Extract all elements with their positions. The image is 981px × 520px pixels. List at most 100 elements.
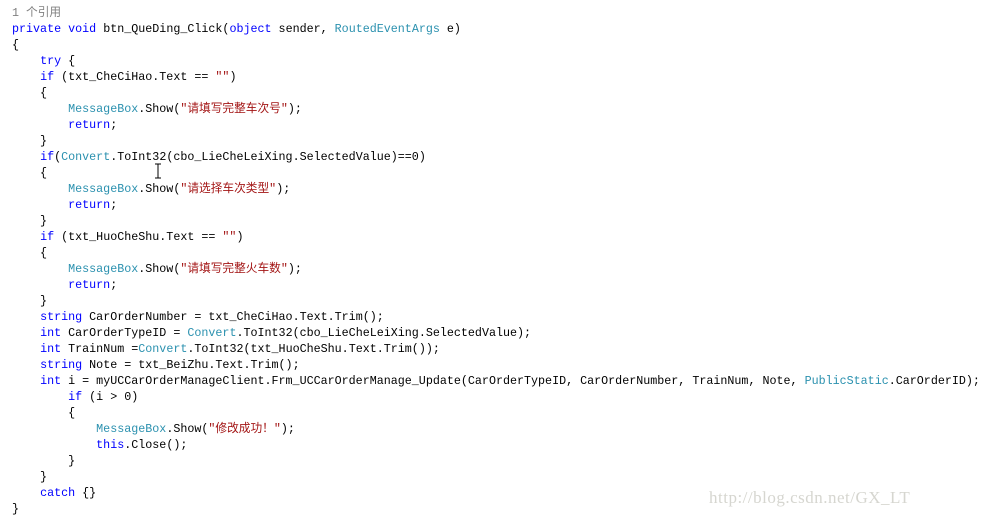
- code-editor[interactable]: 1 个引用 private void btn_QueDing_Click(obje…: [12, 5, 980, 517]
- code-line: }: [12, 469, 980, 485]
- code-line: int TrainNum =Convert.ToInt32(txt_HuoChe…: [12, 341, 980, 357]
- code-line: }: [12, 133, 980, 149]
- type-token: Convert: [187, 326, 237, 340]
- code-token: CarOrderTypeID =: [61, 326, 188, 340]
- type-token: MessageBox: [68, 102, 139, 116]
- code-token: );: [287, 262, 302, 276]
- code-token: i = myUCCarOrderManageClient.Frm_UCCarOr…: [61, 374, 805, 388]
- code-token: .Show(: [138, 102, 181, 116]
- code-token: .Show(: [166, 422, 209, 436]
- code-token: {: [12, 406, 76, 420]
- keyword-token: if: [40, 230, 55, 244]
- code-line: }: [12, 293, 980, 309]
- code-token: {: [12, 246, 48, 260]
- code-token: ;: [110, 198, 118, 212]
- code-line: return;: [12, 277, 980, 293]
- code-line: if (txt_HuoCheShu.Text == ""): [12, 229, 980, 245]
- reference-count-hint[interactable]: 1 个引用: [12, 5, 980, 21]
- reference-count-text: 1 个引用: [12, 6, 62, 20]
- code-token: {: [12, 38, 20, 52]
- code-token: .Show(: [138, 262, 181, 276]
- type-token: Convert: [61, 150, 111, 164]
- code-token: (txt_CheCiHao.Text ==: [54, 70, 216, 84]
- code-token: .ToInt32(cbo_LieCheLeiXing.SelectedValue…: [236, 326, 532, 340]
- code-token: {: [61, 54, 76, 68]
- code-token: e): [439, 22, 461, 36]
- string-token: "": [222, 230, 237, 244]
- code-line: try {: [12, 53, 980, 69]
- code-line: return;: [12, 117, 980, 133]
- type-token: MessageBox: [96, 422, 167, 436]
- code-token: }: [12, 294, 48, 308]
- type-token: PublicStatic: [804, 374, 889, 388]
- string-token: "请填写完整火车数": [180, 262, 288, 276]
- code-token: ;: [110, 118, 118, 132]
- keyword-token: int: [40, 326, 62, 340]
- keyword-token: try: [40, 54, 62, 68]
- keyword-token: object: [229, 22, 272, 36]
- string-token: "": [215, 70, 230, 84]
- keyword-token: string: [40, 358, 83, 372]
- code-token: .Close();: [124, 438, 188, 452]
- keyword-token: int: [40, 374, 62, 388]
- code-line: {: [12, 405, 980, 421]
- code-token: btn_QueDing_Click(: [96, 22, 230, 36]
- keyword-token: void: [68, 22, 97, 36]
- code-token: .Show(: [138, 182, 181, 196]
- code-token: (txt_HuoCheShu.Text ==: [54, 230, 223, 244]
- keyword-token: return: [68, 198, 111, 212]
- code-token: }: [12, 470, 48, 484]
- code-line: private void btn_QueDing_Click(object se…: [12, 21, 980, 37]
- watermark: http://blog.csdn.net/GX_LT: [709, 488, 911, 507]
- code-line: string Note = txt_BeiZhu.Text.Trim();: [12, 357, 980, 373]
- code-token: {: [12, 166, 48, 180]
- code-line: MessageBox.Show("修改成功！");: [12, 421, 980, 437]
- code-token: .ToInt32(txt_HuoCheShu.Text.Trim());: [187, 342, 440, 356]
- keyword-token: if: [40, 150, 55, 164]
- type-token: MessageBox: [68, 262, 139, 276]
- code-line: }: [12, 213, 980, 229]
- code-line: if (i > 0): [12, 389, 980, 405]
- code-token: );: [287, 102, 302, 116]
- keyword-token: int: [40, 342, 62, 356]
- code-line: MessageBox.Show("请选择车次类型");: [12, 181, 980, 197]
- string-token: "请填写完整车次号": [180, 102, 288, 116]
- code-line: int CarOrderTypeID = Convert.ToInt32(cbo…: [12, 325, 980, 341]
- keyword-token: if: [68, 390, 83, 404]
- code-token: );: [276, 182, 291, 196]
- type-token: Convert: [138, 342, 188, 356]
- string-token: "请选择车次类型": [180, 182, 277, 196]
- code-line: MessageBox.Show("请填写完整火车数");: [12, 261, 980, 277]
- code-token: .ToInt32(cbo_LieCheLeiXing.SelectedValue…: [110, 150, 426, 164]
- code-token: {}: [75, 486, 97, 500]
- code-line: }: [12, 453, 980, 469]
- code-token: ): [229, 70, 237, 84]
- code-token: );: [280, 422, 295, 436]
- code-line: int i = myUCCarOrderManageClient.Frm_UCC…: [12, 373, 980, 389]
- string-token: "修改成功！": [208, 422, 281, 436]
- code-token: }: [12, 502, 20, 516]
- code-line: {: [12, 85, 980, 101]
- code-token: .CarOrderID);: [888, 374, 980, 388]
- code-line: string CarOrderNumber = txt_CheCiHao.Tex…: [12, 309, 980, 325]
- keyword-token: private: [12, 22, 62, 36]
- code-line: {: [12, 37, 980, 53]
- code-line: this.Close();: [12, 437, 980, 453]
